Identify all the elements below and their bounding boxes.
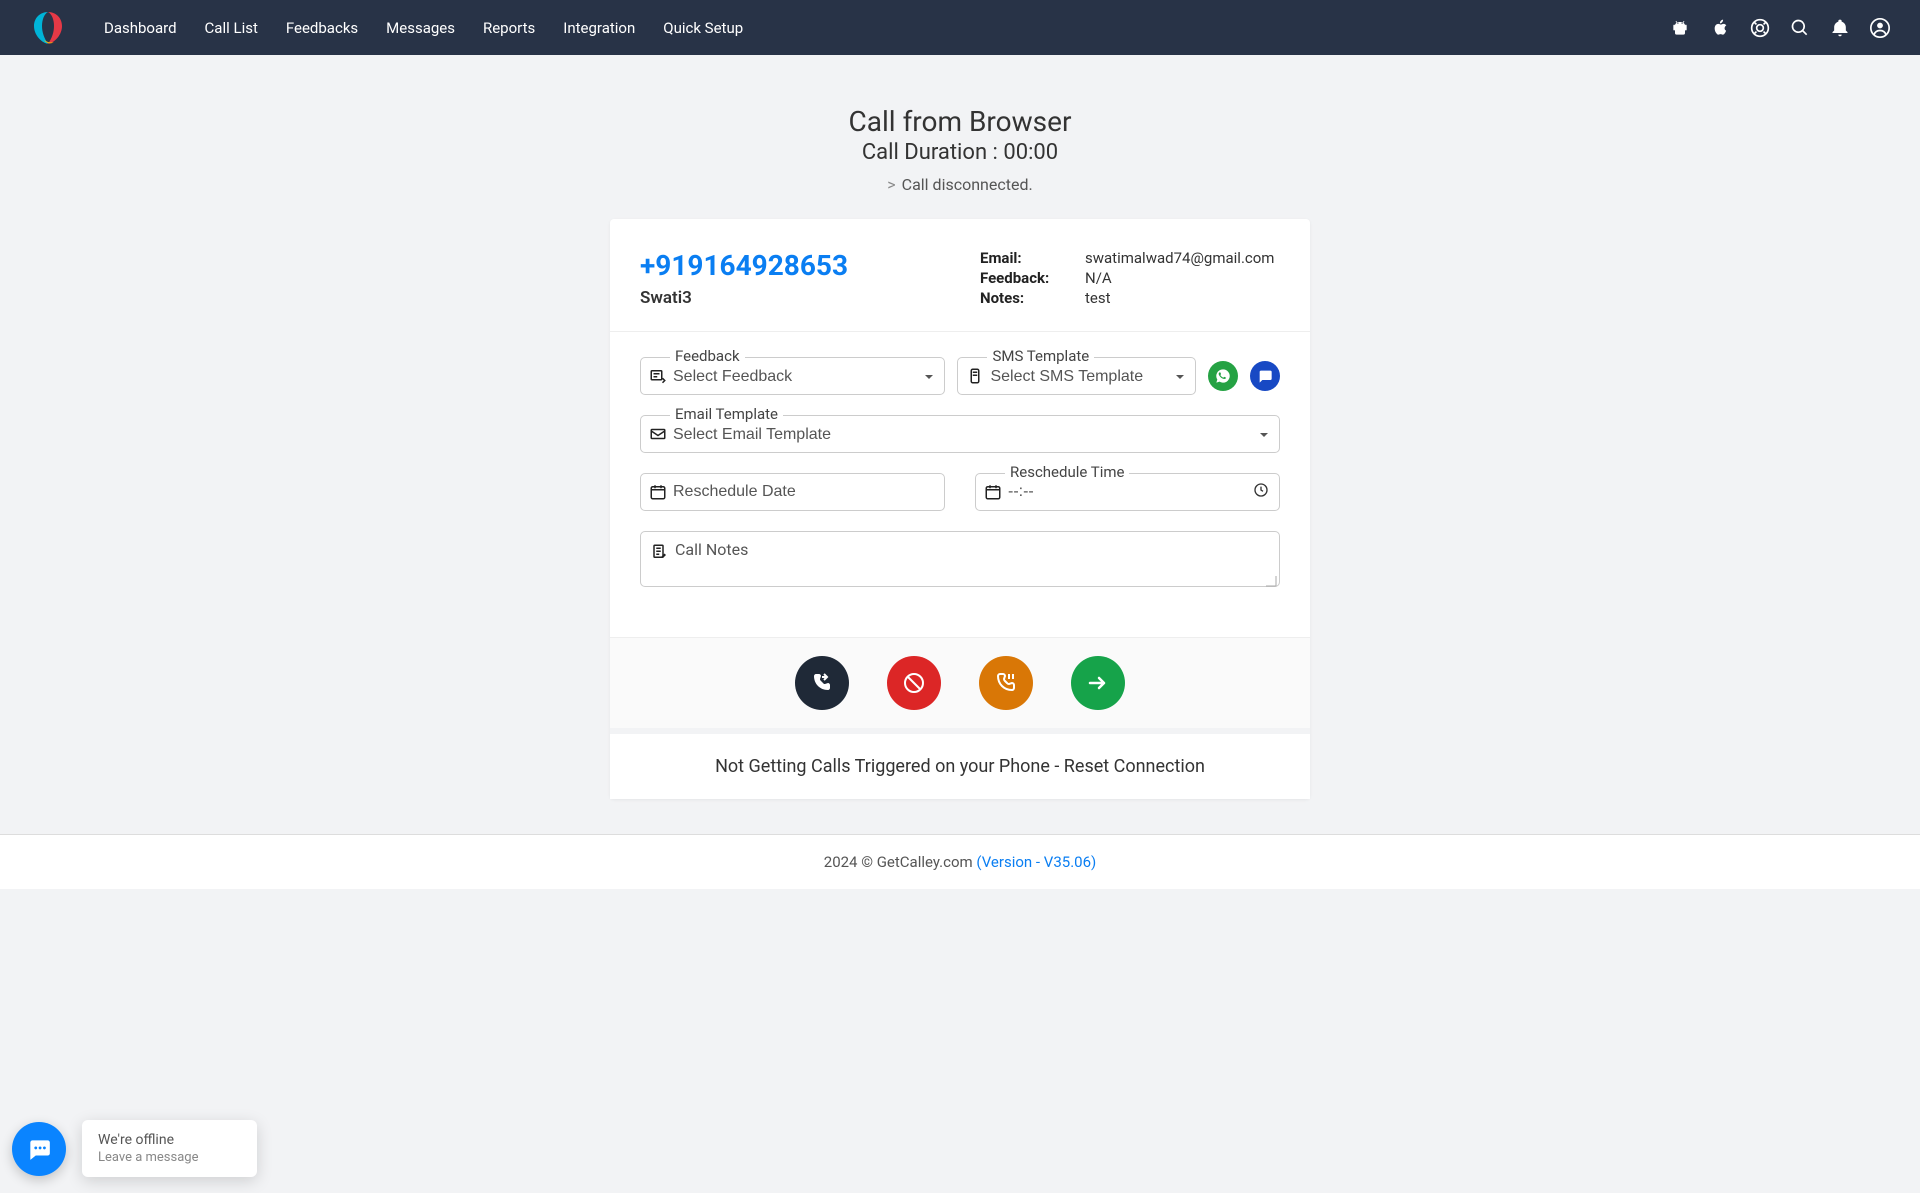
nav-left: Dashboard Call List Feedbacks Messages R… bbox=[30, 10, 743, 46]
nav-right bbox=[1670, 18, 1890, 38]
chat-bubble-button[interactable] bbox=[12, 1122, 66, 1176]
nav-quick-setup[interactable]: Quick Setup bbox=[663, 19, 743, 37]
reschedule-date-field bbox=[640, 473, 945, 511]
help-icon[interactable] bbox=[1750, 18, 1770, 38]
sms-field: SMS Template Select SMS Template bbox=[957, 357, 1196, 395]
whatsapp-button[interactable] bbox=[1208, 361, 1238, 391]
apple-icon[interactable] bbox=[1710, 18, 1730, 38]
bell-icon[interactable] bbox=[1830, 18, 1850, 38]
form-row-3: Reschedule Time bbox=[640, 473, 1280, 511]
hold-button[interactable] bbox=[979, 656, 1033, 710]
info-feedback-value: N/A bbox=[1085, 269, 1112, 287]
page-status-text: Call disconnected. bbox=[902, 175, 1033, 194]
email-template-field: Email Template Select Email Template bbox=[640, 415, 1280, 453]
chat-title: We're offline bbox=[98, 1132, 241, 1148]
nav-reports[interactable]: Reports bbox=[483, 19, 535, 37]
sms-icon bbox=[966, 367, 984, 385]
info-email-value: swatimalwad74@gmail.com bbox=[1085, 249, 1274, 267]
page-title: Call from Browser bbox=[0, 105, 1920, 138]
form-row-4 bbox=[640, 531, 1280, 587]
chat-widget: We're offline Leave a message bbox=[12, 1120, 257, 1177]
page-header: Call from Browser Call Duration : 00:00 … bbox=[0, 105, 1920, 194]
notes-icon bbox=[651, 543, 669, 561]
info-email: Email: swatimalwad74@gmail.com bbox=[980, 249, 1280, 267]
calendar-icon bbox=[649, 483, 667, 501]
message-button[interactable] bbox=[1250, 361, 1280, 391]
card-header-left: +919164928653 Swati3 bbox=[640, 249, 980, 309]
page-status: >Call disconnected. bbox=[0, 175, 1920, 194]
nav-call-list[interactable]: Call List bbox=[205, 19, 258, 37]
info-notes-label: Notes: bbox=[980, 289, 1085, 307]
email-icon bbox=[649, 425, 667, 443]
card-header: +919164928653 Swati3 Email: swatimalwad7… bbox=[610, 219, 1310, 332]
navbar: Dashboard Call List Feedbacks Messages R… bbox=[0, 0, 1920, 55]
nav-integration[interactable]: Integration bbox=[563, 19, 635, 37]
nav-dashboard[interactable]: Dashboard bbox=[104, 19, 177, 37]
resize-handle-icon[interactable] bbox=[1265, 572, 1277, 584]
user-icon[interactable] bbox=[1870, 18, 1890, 38]
chat-popup[interactable]: We're offline Leave a message bbox=[82, 1120, 257, 1177]
nav-messages[interactable]: Messages bbox=[386, 19, 455, 37]
calendar-icon bbox=[984, 483, 1002, 501]
nav-feedbacks[interactable]: Feedbacks bbox=[286, 19, 358, 37]
feedback-label: Feedback bbox=[670, 347, 745, 365]
footer: 2024 © GetCalley.com (Version - V35.06) bbox=[0, 834, 1920, 889]
form-row-1: Feedback Select Feedback SMS Template Se… bbox=[640, 357, 1280, 395]
search-icon[interactable] bbox=[1790, 18, 1810, 38]
sms-label: SMS Template bbox=[987, 347, 1094, 365]
footer-version[interactable]: (Version - V35.06) bbox=[976, 853, 1096, 871]
feedback-field: Feedback Select Feedback bbox=[640, 357, 945, 395]
card-body: Feedback Select Feedback SMS Template Se… bbox=[610, 332, 1310, 637]
call-notes-input[interactable] bbox=[675, 540, 1269, 578]
info-notes: Notes: test bbox=[980, 289, 1280, 307]
reschedule-time-field: Reschedule Time bbox=[975, 473, 1280, 511]
action-bar bbox=[610, 637, 1310, 728]
email-template-label: Email Template bbox=[670, 405, 783, 423]
call-notes-field bbox=[640, 531, 1280, 587]
form-row-2: Email Template Select Email Template bbox=[640, 415, 1280, 453]
dnd-button[interactable] bbox=[887, 656, 941, 710]
android-icon[interactable] bbox=[1670, 18, 1690, 38]
reschedule-date-wrap[interactable] bbox=[640, 473, 945, 511]
next-button[interactable] bbox=[1071, 656, 1125, 710]
info-feedback: Feedback: N/A bbox=[980, 269, 1280, 287]
reschedule-time-label: Reschedule Time bbox=[1005, 463, 1129, 481]
feedback-icon bbox=[649, 367, 667, 385]
page-subtitle: Call Duration : 00:00 bbox=[0, 140, 1920, 165]
reschedule-date-input[interactable] bbox=[673, 474, 944, 510]
contact-phone[interactable]: +919164928653 bbox=[640, 249, 980, 282]
info-feedback-label: Feedback: bbox=[980, 269, 1085, 287]
call-card: +919164928653 Swati3 Email: swatimalwad7… bbox=[610, 219, 1310, 799]
chat-sub: Leave a message bbox=[98, 1150, 241, 1165]
logo bbox=[30, 10, 66, 46]
redial-button[interactable] bbox=[795, 656, 849, 710]
footer-copyright: 2024 © GetCalley.com bbox=[824, 853, 977, 871]
call-notes-wrap[interactable] bbox=[640, 531, 1280, 587]
reset-bar[interactable]: Not Getting Calls Triggered on your Phon… bbox=[610, 728, 1310, 799]
card-header-right: Email: swatimalwad74@gmail.com Feedback:… bbox=[980, 249, 1280, 309]
info-notes-value: test bbox=[1085, 289, 1111, 307]
contact-name: Swati3 bbox=[640, 288, 980, 308]
info-email-label: Email: bbox=[980, 249, 1085, 267]
